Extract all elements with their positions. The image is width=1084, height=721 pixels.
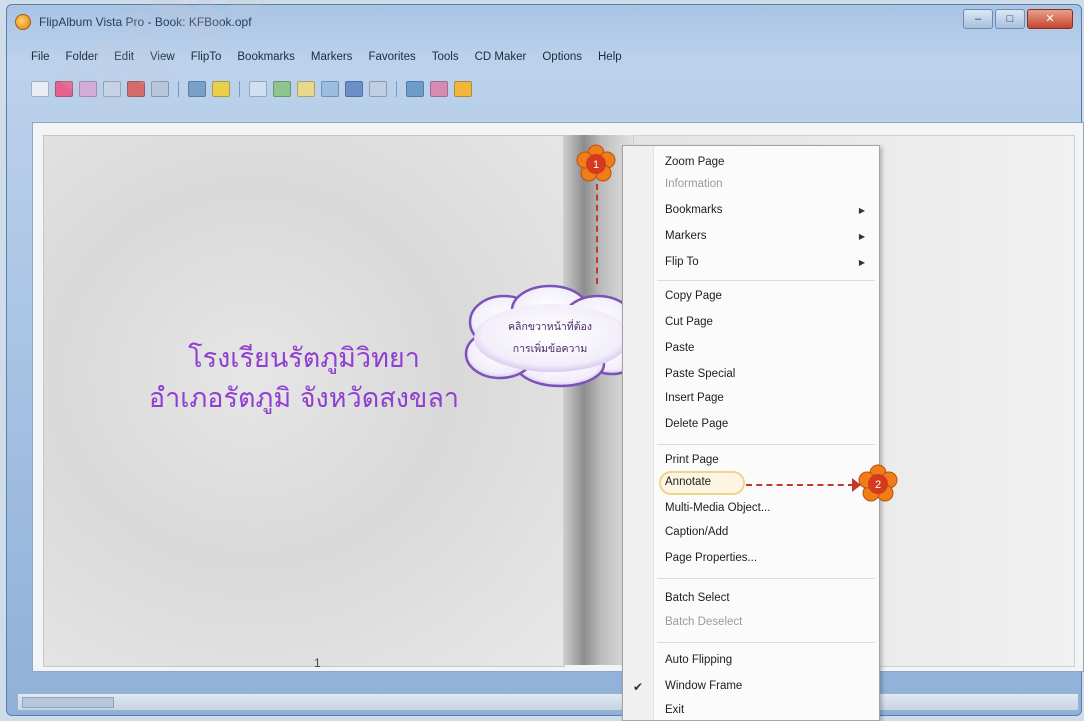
menu-folder[interactable]: Folder xyxy=(64,50,101,70)
star-icon[interactable] xyxy=(212,81,230,97)
open-book-icon[interactable] xyxy=(55,81,73,97)
menu-item-print-page[interactable]: Print Page xyxy=(665,454,719,466)
menu-options[interactable]: Options xyxy=(540,50,584,70)
app-icon xyxy=(15,14,31,30)
annotation-dashed-line-horizontal xyxy=(746,484,854,486)
menu-item-page-properties[interactable]: Page Properties... xyxy=(665,552,757,564)
toolbar-separator xyxy=(239,81,240,97)
callout-cloud: คลิกขวาหน้าที่ต้อง การเพิ่มข้อความ xyxy=(452,282,648,390)
badge-2-number: 2 xyxy=(875,479,881,491)
menu-bar: File Folder Edit View FlipTo Bookmarks M… xyxy=(29,50,624,70)
zoom-icon[interactable] xyxy=(369,81,387,97)
menu-gutter xyxy=(623,146,654,720)
title-bar: FlipAlbum Vista Pro - Book: KFBook.opf –… xyxy=(7,5,1081,39)
menu-item-markers[interactable]: Markers xyxy=(665,230,707,242)
horizontal-scrollbar[interactable] xyxy=(17,693,1079,711)
menu-item-paste[interactable]: Paste xyxy=(665,342,694,354)
callout-text-line2: การเพิ่มข้อความ xyxy=(512,343,588,355)
window-title: FlipAlbum Vista Pro - Book: KFBook.opf xyxy=(39,15,252,29)
menu-cd-maker[interactable]: CD Maker xyxy=(473,50,529,70)
cloud-shape xyxy=(464,284,644,388)
new-book-icon[interactable] xyxy=(31,81,49,97)
menu-item-information[interactable]: Information xyxy=(665,178,723,190)
menu-item-zoom-page[interactable]: Zoom Page xyxy=(665,156,724,168)
menu-separator xyxy=(657,444,875,445)
step-badge-2: 2 xyxy=(858,464,898,504)
photo-icon[interactable] xyxy=(188,81,206,97)
badge-1-number: 1 xyxy=(593,159,599,171)
save-icon[interactable] xyxy=(79,81,97,97)
menu-separator xyxy=(657,642,875,643)
step-badge-1: 1 xyxy=(576,144,616,184)
menu-item-exit[interactable]: Exit xyxy=(665,704,684,716)
menu-edit[interactable]: Edit xyxy=(112,50,136,70)
page-number: 1 xyxy=(314,656,321,670)
contents-icon[interactable] xyxy=(297,81,315,97)
minimize-button[interactable]: – xyxy=(963,9,993,29)
left-page[interactable]: โรงเรียนรัตภูมิวิทยา อำเภอรัตภูมิ จังหวั… xyxy=(43,135,565,670)
menu-item-batch-select[interactable]: Batch Select xyxy=(665,592,730,604)
menu-view[interactable]: View xyxy=(148,50,177,70)
slideshow-icon[interactable] xyxy=(406,81,424,97)
menu-tools[interactable]: Tools xyxy=(430,50,461,70)
menu-favorites[interactable]: Favorites xyxy=(366,50,417,70)
toolbar xyxy=(31,77,472,101)
close-button[interactable]: ✕ xyxy=(1027,9,1073,29)
menu-separator xyxy=(657,578,875,579)
submenu-arrow-icon: ▶ xyxy=(858,258,865,267)
submenu-arrow-icon: ▶ xyxy=(858,232,865,241)
previous-page-icon[interactable] xyxy=(273,81,291,97)
menu-item-multimedia-object[interactable]: Multi-Media Object... xyxy=(665,502,770,514)
school-location-text: อำเภอรัตภูมิ จังหวัดสงขลา xyxy=(148,383,460,414)
delete-icon[interactable] xyxy=(127,81,145,97)
flower-badge-icon: 2 xyxy=(858,464,898,502)
toolbar-separator xyxy=(396,81,397,97)
menu-item-paste-special[interactable]: Paste Special xyxy=(665,368,735,380)
menu-item-window-frame[interactable]: Window Frame xyxy=(665,680,742,692)
properties-icon[interactable] xyxy=(151,81,169,97)
menu-item-cut-page[interactable]: Cut Page xyxy=(665,316,713,328)
context-menu: Zoom Page Information Bookmarks ▶ Marker… xyxy=(622,145,880,721)
toolbar-separator xyxy=(178,81,179,97)
first-page-icon[interactable] xyxy=(249,81,267,97)
school-name-text: โรงเรียนรัตภูมิวิทยา xyxy=(188,343,420,374)
menu-item-flip-to[interactable]: Flip To xyxy=(665,256,699,268)
window-controls: – □ ✕ xyxy=(963,9,1073,29)
menu-item-delete-page[interactable]: Delete Page xyxy=(665,418,728,430)
callout-text-line1: คลิกขวาหน้าที่ต้อง xyxy=(508,321,592,333)
menu-item-auto-flipping[interactable]: Auto Flipping xyxy=(665,654,732,666)
menu-file[interactable]: File xyxy=(29,50,52,70)
menu-markers[interactable]: Markers xyxy=(309,50,355,70)
next-page-icon[interactable] xyxy=(321,81,339,97)
annotation-dashed-line-vertical xyxy=(596,184,598,284)
music-icon[interactable] xyxy=(430,81,448,97)
help-icon[interactable] xyxy=(454,81,472,97)
check-icon: ✔ xyxy=(633,680,644,694)
scrollbar-thumb[interactable] xyxy=(22,697,114,708)
menu-item-insert-page[interactable]: Insert Page xyxy=(665,392,724,404)
menu-bookmarks[interactable]: Bookmarks xyxy=(235,50,297,70)
last-page-icon[interactable] xyxy=(345,81,363,97)
menu-help[interactable]: Help xyxy=(596,50,624,70)
print-icon[interactable] xyxy=(103,81,121,97)
flower-badge-icon: 1 xyxy=(576,144,616,182)
menu-item-bookmarks[interactable]: Bookmarks xyxy=(665,204,723,216)
menu-item-annotate[interactable]: Annotate xyxy=(665,476,711,488)
submenu-arrow-icon: ▶ xyxy=(858,206,865,215)
menu-item-copy-page[interactable]: Copy Page xyxy=(665,290,722,302)
menu-item-batch-deselect[interactable]: Batch Deselect xyxy=(665,616,742,628)
menu-flipto[interactable]: FlipTo xyxy=(189,50,224,70)
menu-separator xyxy=(657,280,875,281)
book-viewer[interactable]: โรงเรียนรัตภูมิวิทยา อำเภอรัตภูมิ จังหวั… xyxy=(32,122,1084,672)
menu-item-caption-add[interactable]: Caption/Add xyxy=(665,526,728,538)
maximize-button[interactable]: □ xyxy=(995,9,1025,29)
